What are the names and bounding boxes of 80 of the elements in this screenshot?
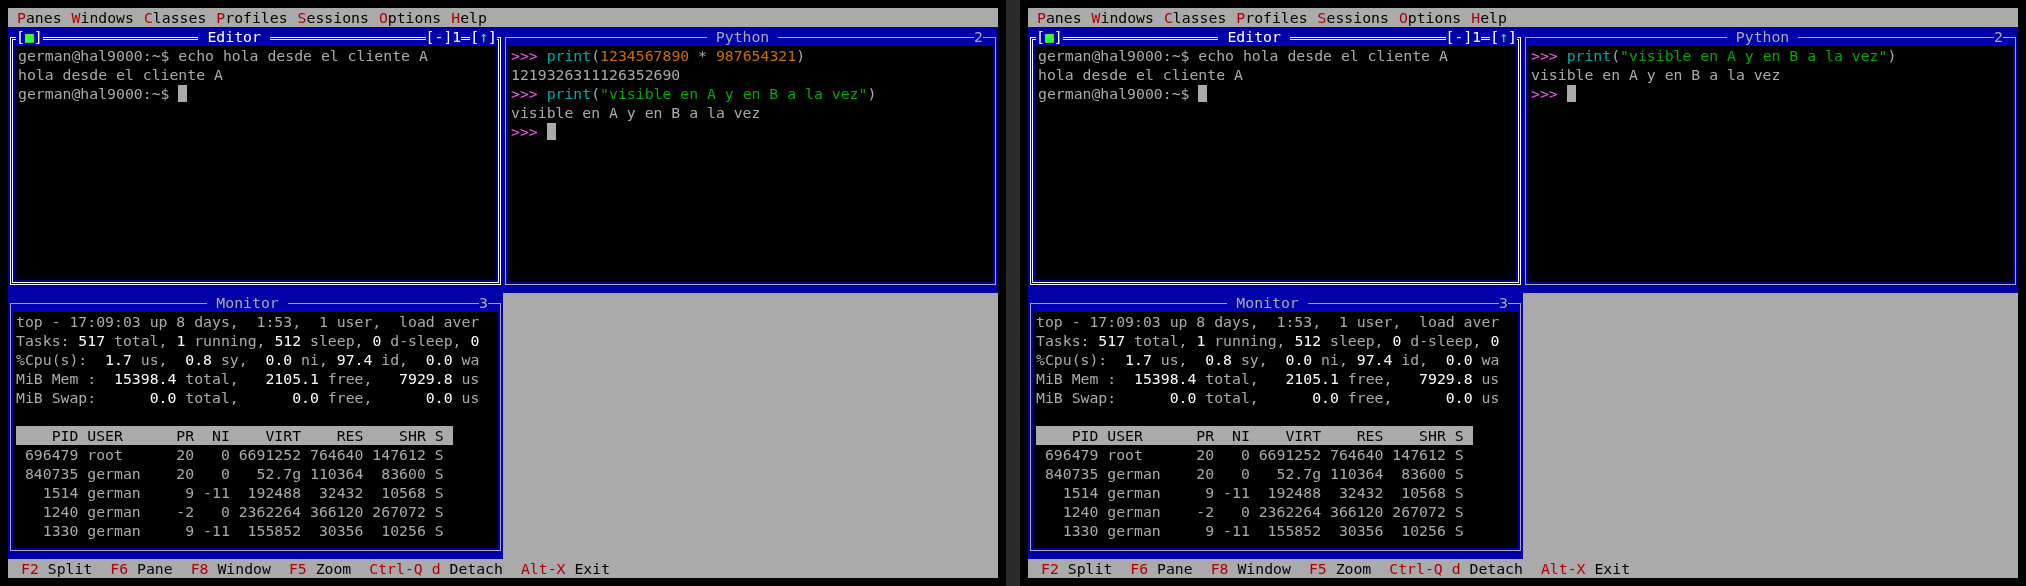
- terminal-line: 1514 german 9 -11 192488 32432 10568 S: [1061, 483, 1464, 502]
- terminal-line: 1330 german 9 -11 155852 30356 10256 S: [41, 521, 444, 540]
- close-button[interactable]: [■]: [1036, 27, 1063, 46]
- terminal-line: Tasks: 517 total, 1 running, 512 sleep, 0 d-sleep, 0: [16, 331, 480, 350]
- terminal-line: hola desde el cliente A: [18, 65, 223, 84]
- terminal-line: german@hal9000:~$: [18, 84, 170, 103]
- minimize-button[interactable]: [-]: [1445, 27, 1473, 46]
- terminal-line: 840735 german 20 0 52.7g 110364 83600 S: [1043, 464, 1464, 483]
- menu-item[interactable]: Help: [1466, 8, 1512, 27]
- terminal-line: %Cpu(s): 1.7 us, 0.8 sy, 0.0 ni, 97.4 id, 0.0 wa: [16, 350, 480, 369]
- terminal-line: >>> print(1234567890 * 987654321): [511, 46, 806, 65]
- terminal-line: german@hal9000:~$: [1038, 84, 1190, 103]
- terminal-line: 1330 german 9 -11 155852 30356 10256 S: [1061, 521, 1464, 540]
- menu-item[interactable]: Sessions: [292, 8, 374, 27]
- shortcut-button[interactable]: F5 Zoom: [279, 559, 361, 578]
- window-number: 3: [1499, 293, 1508, 312]
- shortcut-button[interactable]: Alt-X Exit: [1531, 559, 1640, 578]
- terminal-line: %Cpu(s): 1.7 us, 0.8 sy, 0.0 ni, 97.4 id, 0.0 wa: [1036, 350, 1500, 369]
- window-number: 2: [1994, 27, 2003, 46]
- terminal-line: visible en A y en B a la vez: [1531, 65, 1781, 84]
- menu-item[interactable]: Help: [446, 8, 492, 27]
- shortcut-button[interactable]: Ctrl-Q d Detach: [360, 559, 512, 578]
- terminal-line: >>>: [1531, 84, 1558, 103]
- shortcut-button[interactable]: Ctrl-Q d Detach: [1380, 559, 1532, 578]
- window-title: Monitor: [1235, 293, 1300, 312]
- shortcut-button[interactable]: F2 Split: [1032, 559, 1122, 578]
- shortcut-button[interactable]: F6 Pane: [101, 559, 182, 578]
- menu-item[interactable]: Windows: [1086, 8, 1159, 27]
- window-title: Python: [714, 27, 771, 46]
- terminal-line: MiB Mem : 15398.4 total, 2105.1 free, 7929.8 us: [16, 369, 480, 388]
- terminal-line: 696479 root 20 0 6691252 764640 147612 S: [23, 445, 444, 464]
- terminal-line: >>> print("visible en A y en B a la vez"): [511, 84, 877, 103]
- maximize-button[interactable]: [↑]: [1490, 27, 1517, 46]
- terminal-line: >>>: [511, 122, 538, 141]
- window-title: Editor: [206, 27, 262, 46]
- terminal-line: >>> print("visible en A y en B a la vez"): [1531, 46, 1897, 65]
- terminal-line: top - 17:09:03 up 8 days, 1:53, 1 user, load aver: [16, 312, 480, 331]
- window-number: 3: [479, 293, 488, 312]
- shortcut-button[interactable]: F6 Pane: [1121, 559, 1202, 578]
- terminal-line: visible en A y en B a la vez: [511, 103, 761, 122]
- terminal-line: MiB Swap: 0.0 total, 0.0 free, 0.0 us: [16, 388, 480, 407]
- window-title: Editor: [1226, 27, 1282, 46]
- minimize-button[interactable]: [-]: [425, 27, 453, 46]
- terminal-line: 840735 german 20 0 52.7g 110364 83600 S: [23, 464, 444, 483]
- menu-item[interactable]: Options: [1393, 8, 1467, 27]
- table-header: PID USER PR NI VIRT RES SHR S: [1036, 426, 1473, 445]
- terminal-line: hola desde el cliente A: [1038, 65, 1243, 84]
- menu-item[interactable]: Classes: [138, 8, 212, 27]
- terminal-line: 1240 german -2 0 2362264 366120 267072 S: [1061, 502, 1464, 521]
- menu-item[interactable]: Options: [373, 8, 447, 27]
- shortcut-button[interactable]: F8 Window: [181, 559, 280, 578]
- menu-item[interactable]: Classes: [1158, 8, 1232, 27]
- terminal-line: MiB Mem : 15398.4 total, 2105.1 free, 7929.8 us: [1036, 369, 1500, 388]
- shortcut-button[interactable]: F5 Zoom: [1299, 559, 1381, 578]
- window-title: Python: [1734, 27, 1791, 46]
- terminal-line: 1219326311126352690: [511, 65, 681, 84]
- terminal-line: 1514 german 9 -11 192488 32432 10568 S: [41, 483, 444, 502]
- close-button[interactable]: [■]: [16, 27, 43, 46]
- window-number: 1: [452, 27, 462, 46]
- terminal-line: 696479 root 20 0 6691252 764640 147612 S: [1043, 445, 1464, 464]
- table-header: PID USER PR NI VIRT RES SHR S: [16, 426, 453, 445]
- menu-item[interactable]: Panes: [12, 8, 67, 27]
- terminal-line: Tasks: 517 total, 1 running, 512 sleep, 0 d-sleep, 0: [1036, 331, 1500, 350]
- menu-item[interactable]: Profiles: [211, 8, 293, 27]
- menu-item[interactable]: Sessions: [1312, 8, 1394, 27]
- window-number: 1: [1472, 27, 1482, 46]
- window-number: 2: [974, 27, 983, 46]
- shortcut-button[interactable]: F8 Window: [1201, 559, 1300, 578]
- terminal-line: german@hal9000:~$ echo hola desde el cliente A: [18, 46, 428, 65]
- terminal-line: german@hal9000:~$ echo hola desde el cliente A: [1038, 46, 1448, 65]
- terminal-line: MiB Swap: 0.0 total, 0.0 free, 0.0 us: [1036, 388, 1500, 407]
- window-title: Monitor: [215, 293, 280, 312]
- menu-item[interactable]: Windows: [66, 8, 139, 27]
- menu-item[interactable]: Panes: [1032, 8, 1087, 27]
- terminal-line: 1240 german -2 0 2362264 366120 267072 S: [41, 502, 444, 521]
- menu-item[interactable]: Profiles: [1231, 8, 1313, 27]
- shortcut-button[interactable]: Alt-X Exit: [511, 559, 620, 578]
- terminal-line: top - 17:09:03 up 8 days, 1:53, 1 user, load aver: [1036, 312, 1500, 331]
- maximize-button[interactable]: [↑]: [470, 27, 497, 46]
- shortcut-button[interactable]: F2 Split: [12, 559, 102, 578]
